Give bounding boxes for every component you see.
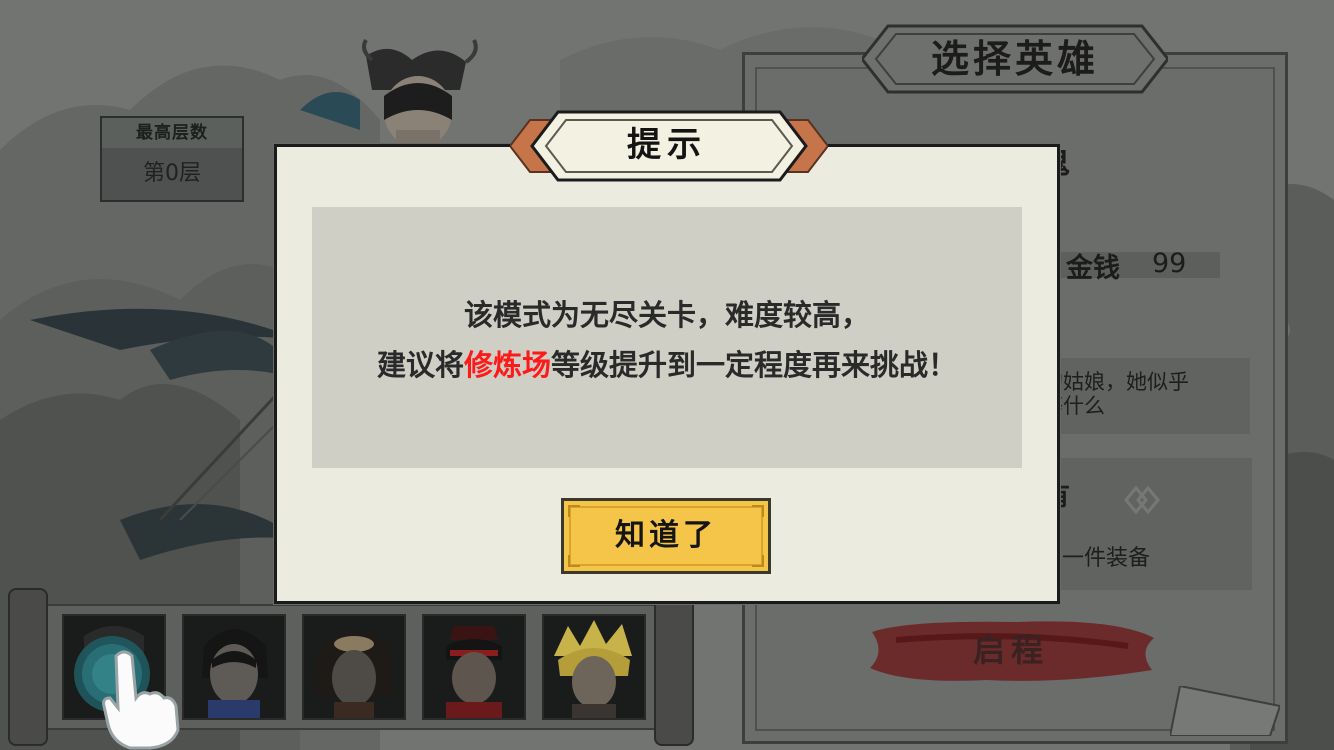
dialog-message-line2: 建议将修炼场等级提升到一定程度再来挑战！ [312,342,1022,384]
dialog-message-line2-suffix: 等级提升到一定程度再来挑战！ [551,348,958,382]
confirm-button-label: 知道了 [615,518,717,553]
dialog-title: 提示 [627,125,707,165]
confirm-button[interactable]: 知道了 [561,498,771,574]
training-ground-highlight: 修炼场 [463,348,551,382]
dialog-message-box [312,207,1022,468]
dialog-message-line1: 该模式为无尽关卡，难度较高， [463,298,870,332]
dialog-message-line2-prefix: 建议将 [376,348,464,382]
